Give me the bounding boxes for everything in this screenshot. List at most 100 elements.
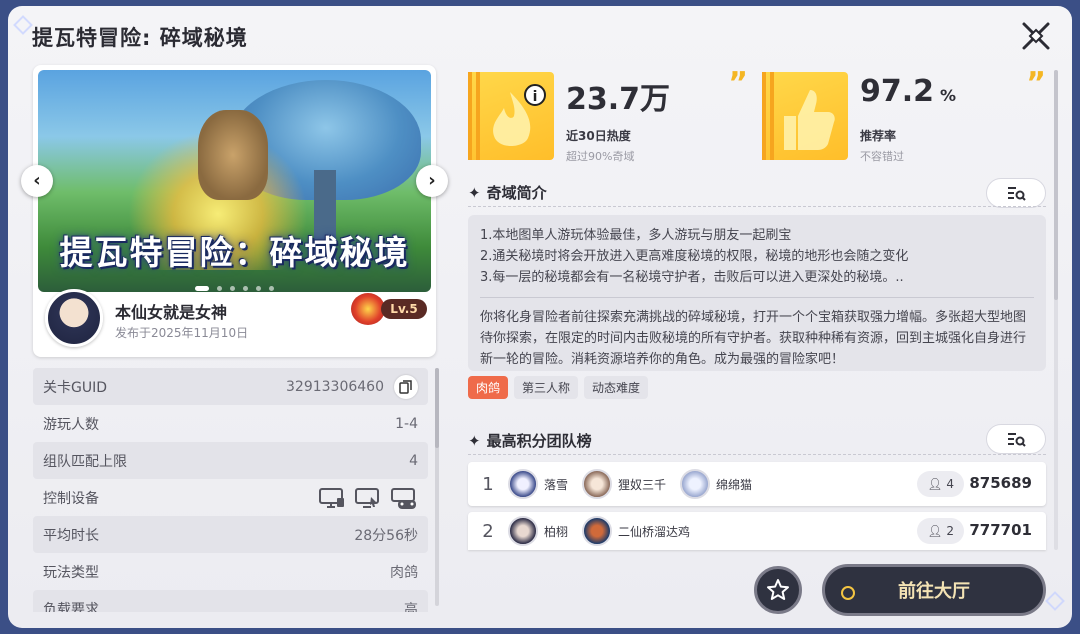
star-icon [767,579,789,600]
team-size: 2 [946,524,954,538]
info-label: 关卡GUID [43,379,108,396]
search-list-icon [1008,187,1026,201]
chevron-left-icon: ‹ [33,170,41,191]
recommend-number: 97.2 [860,74,935,109]
person-icon: 👤︎ [927,524,943,538]
info-row-players: 游玩人数 1-4 [33,405,428,442]
heat-value: 23.7万 [566,82,671,117]
carousel-dot[interactable] [217,286,222,291]
team-member[interactable]: 落雪 [508,469,568,499]
intro-heading: ✦ 奇域简介 [468,182,547,203]
info-label: 控制设备 [43,490,99,507]
carousel-prev-button[interactable]: ‹ [21,165,53,197]
leaderboard-row[interactable]: 2 柏栩 二仙桥溜达鸡 👤︎ 2 777701 [468,512,1046,550]
banner-golem-art [198,110,268,200]
tag-list: 肉鸽 第三人称 动态难度 [468,376,649,399]
info-label: 组队匹配上限 [43,453,127,470]
copy-guid-button[interactable] [394,374,418,399]
go-to-lobby-button[interactable]: 前往大厅 [822,564,1046,616]
carousel-dot[interactable] [230,286,235,291]
corner-decoration [13,15,33,35]
scrollbar-thumb[interactable] [1054,70,1058,300]
banner-title: 提瓦特冒险：碎域秘境 [59,233,410,272]
go-to-lobby-label: 前往大厅 [898,581,970,602]
info-label: 游玩人数 [43,416,99,433]
info-value: 1-4 [395,415,418,432]
copy-icon [399,379,412,394]
author-name[interactable]: 本仙女就是女神 [115,299,227,323]
tag-item[interactable]: 肉鸽 [468,376,509,399]
person-icon: 👤︎ [927,477,943,491]
info-row-devices: 控制设备 [33,479,428,516]
info-row-party-limit: 组队匹配上限 4 [33,442,428,479]
leaderboard-row[interactable]: 1 落雪 狸奴三千 绵绵猫 👤︎ 4 875689 [468,462,1046,506]
info-icon[interactable]: i [524,84,546,106]
quote-mark-icon: ” [728,66,748,101]
intro-paragraph: 你将化身冒险者前往探索充满挑战的碎域秘境，打开一个个宝箱获取强力增幅。多张超大型… [480,310,1027,367]
intro-detail-button[interactable] [986,178,1046,208]
tag-item[interactable]: 第三人称 [514,376,579,399]
heat-label: 近30日热度 [566,129,631,143]
banner-carousel[interactable]: 提瓦特冒险：碎域秘境 [38,70,431,292]
mobile-icon [355,487,379,508]
content-scrollbar[interactable] [1054,70,1058,550]
carousel-dot[interactable] [269,286,274,291]
map-detail-panel: 提瓦特冒险: 碎域秘境 提瓦特冒险：碎域秘境 ‹ › 本仙女就是女神 发布于20… [8,6,1072,628]
leaderboard-detail-button[interactable] [986,424,1046,454]
corner-decoration [1045,591,1065,611]
info-label: 平均时长 [43,527,99,544]
team-score: 777701 [969,521,1032,539]
member-avatar [508,469,538,499]
author-avatar[interactable] [45,289,103,347]
info-value: 28分56秒 [354,527,418,544]
tag-item[interactable]: 动态难度 [584,376,649,399]
team-size-badge: 👤︎ 4 [917,471,964,497]
thumbs-up-icon [762,72,848,160]
quote-mark-icon: ” [1026,66,1046,101]
team-member[interactable]: 绵绵猫 [680,469,752,499]
scrollbar-thumb[interactable] [435,368,439,448]
member-name: 二仙桥溜达鸡 [618,524,691,539]
level-badge: Lv.5 [351,293,431,325]
info-value: 4 [409,452,418,469]
close-button[interactable] [1018,18,1054,54]
recommend-subtext: 不容错过 [860,150,904,163]
carousel-dot[interactable] [243,286,248,291]
info-value: 高 [404,601,418,613]
intro-description: 1.本地图单人游玩体验最佳，多人游玩与朋友一起刷宝 2.通关秘境时将会开放进入更… [468,215,1046,371]
sparkle-icon: ✦ [468,432,481,450]
divider [468,206,1046,207]
search-list-icon [1008,433,1026,447]
carousel-next-button[interactable]: › [416,165,448,197]
favorite-button[interactable] [754,566,802,614]
close-icon [1022,22,1050,50]
team-member[interactable]: 柏栩 [508,516,568,546]
divider [468,454,1046,455]
info-label: 玩法类型 [43,564,99,581]
level-emblem-icon [351,293,385,325]
divider [480,297,1034,298]
info-row-load: 负载要求 高 [33,590,428,612]
info-row-genre: 玩法类型 肉鸽 [33,553,428,590]
flame-icon: i [468,72,554,160]
carousel-dot[interactable] [256,286,261,291]
member-avatar [680,469,711,499]
intro-line: 1.本地图单人游玩体验最佳，多人游玩与朋友一起刷宝 [480,228,792,243]
level-label: Lv.5 [381,299,427,319]
map-card: 提瓦特冒险：碎域秘境 ‹ › 本仙女就是女神 发布于2025年11月10日 Lv… [21,65,448,357]
team-member[interactable]: 二仙桥溜达鸡 [582,516,690,546]
carousel-dot-active[interactable] [195,286,209,291]
recommend-value: 97.2% [860,74,956,109]
team-member[interactable]: 狸奴三千 [582,469,666,499]
page-title: 提瓦特冒险: 碎域秘境 [32,26,248,50]
recommend-stat: 97.2% 推荐率 不容错过 ” [762,66,1046,164]
rank-number: 2 [482,520,494,542]
info-scrollbar[interactable] [435,368,439,606]
member-name: 狸奴三千 [618,477,667,492]
intro-line: 3.每一层的秘境都会有一名秘境守护者，击败后可以进入更深处的秘境。.. [480,270,904,285]
info-row-guid: 关卡GUID 32913306460 [33,368,428,405]
gamepad-icon [391,487,416,509]
carousel-dots[interactable] [38,276,431,292]
rank-number: 1 [482,473,494,495]
member-name: 落雪 [544,477,569,492]
